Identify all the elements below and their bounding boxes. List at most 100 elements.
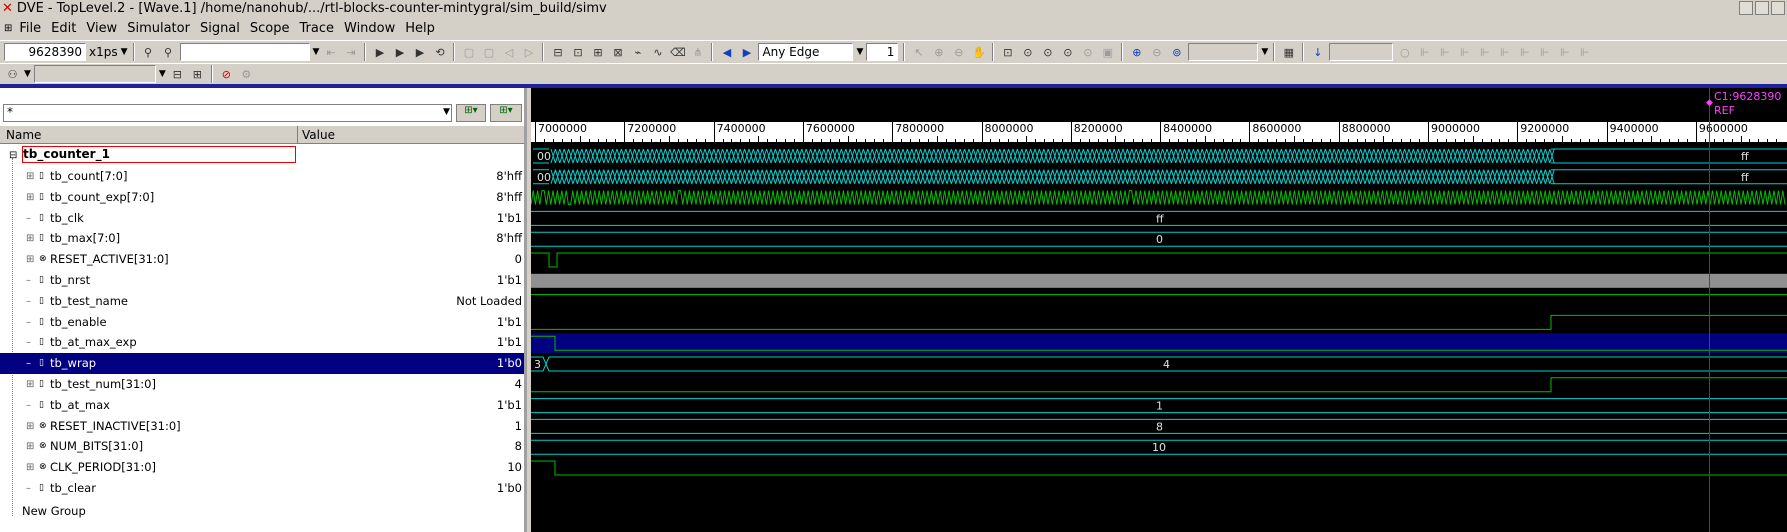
expand-icon[interactable]: ⊞ xyxy=(26,436,34,457)
edge-count-input[interactable]: 1 xyxy=(866,43,899,61)
prev-edge-icon[interactable]: ◀ xyxy=(718,44,735,61)
scope-select[interactable] xyxy=(33,65,156,83)
waveform-pane[interactable]: 7000000 7200000 7400000 7600000 7800000 80000… xyxy=(531,88,1787,532)
chevron-down-icon[interactable]: ▼ xyxy=(856,47,863,57)
trace-icon[interactable]: ⊟ xyxy=(549,44,566,61)
zoom-in-icon[interactable]: ⊕ xyxy=(930,44,947,61)
tool8-icon[interactable]: ⊩ xyxy=(1556,44,1573,61)
cursor-line[interactable] xyxy=(1709,88,1710,532)
chevron-down-icon[interactable]: ▼ xyxy=(443,107,450,117)
hier-icon[interactable]: ⋔ xyxy=(689,44,706,61)
find-icon[interactable]: ⚲ xyxy=(160,44,177,61)
run-icon[interactable]: ▶ xyxy=(371,44,388,61)
signal-row[interactable]: ⊞ ▯ tb_count_exp[7:0] 8'hff xyxy=(0,187,524,208)
zoom-cursor-icon[interactable]: ⊙ xyxy=(1059,44,1076,61)
collapse-icon[interactable]: ⊟ xyxy=(9,150,17,161)
find-next-icon[interactable]: ⇥ xyxy=(342,44,359,61)
menu-scope[interactable]: Scope xyxy=(245,21,295,36)
signal-row[interactable]: – ▯ tb_test_name Not Loaded xyxy=(0,291,524,312)
pan-icon[interactable]: ✋ xyxy=(970,44,987,61)
reset-sim-icon[interactable]: ⟲ xyxy=(431,44,448,61)
zoom-full-icon[interactable]: ⊙ xyxy=(1019,44,1036,61)
user-icon[interactable]: ⚇ xyxy=(4,66,21,83)
signal-row[interactable]: ⊞ ▯ tb_count[7:0] 8'hff xyxy=(0,166,524,187)
undo-icon[interactable]: ◁ xyxy=(500,44,517,61)
erase-icon[interactable]: ⌫ xyxy=(669,44,686,61)
expand-icon[interactable]: ⊞ xyxy=(26,416,34,437)
signal-row[interactable]: ⊞ ⊗ CLK_PERIOD[31:0] 10 xyxy=(0,457,524,478)
counter-icon[interactable]: ▦ xyxy=(1280,44,1297,61)
zoom-fit-icon[interactable]: ⊡ xyxy=(999,44,1016,61)
tool1-icon[interactable]: ⊩ xyxy=(1416,44,1433,61)
tool4-icon[interactable]: ⊩ xyxy=(1476,44,1493,61)
copy-icon[interactable]: ▢ xyxy=(460,44,477,61)
settings-icon[interactable]: ⚙ xyxy=(238,66,255,83)
signal-row[interactable]: ⊞ ▯ tb_test_num[31:0] 4 xyxy=(0,374,524,395)
marker-input[interactable] xyxy=(1188,43,1259,61)
maximize-button[interactable] xyxy=(1755,1,1769,15)
signal-row[interactable]: – ▯ tb_at_max 1'b1 xyxy=(0,395,524,416)
new-group-item[interactable]: New Group xyxy=(22,504,86,518)
signal-row[interactable]: ⊞ ⊗ NUM_BITS[31:0] 8 xyxy=(0,436,524,457)
paste-icon[interactable]: ▢ xyxy=(480,44,497,61)
schematic-icon[interactable]: ⊠ xyxy=(609,44,626,61)
menu-file[interactable]: File xyxy=(14,21,46,36)
chevron-down-icon[interactable]: ▼ xyxy=(121,47,128,57)
tool2-icon[interactable]: ⊩ xyxy=(1436,44,1453,61)
filter-settings-button[interactable]: ⊞▾ xyxy=(490,104,522,122)
signal-filter-input[interactable]: * xyxy=(3,104,452,122)
step-icon[interactable]: ▶ xyxy=(391,44,408,61)
chevron-down-icon[interactable]: ▼ xyxy=(159,69,166,79)
tool5-icon[interactable]: ⊩ xyxy=(1496,44,1513,61)
expand-icon[interactable]: ⊞ xyxy=(26,374,34,395)
signal-row[interactable]: – ▯ tb_nrst 1'b1 xyxy=(0,270,524,291)
search-input[interactable] xyxy=(179,43,310,61)
name-column-header[interactable]: Name xyxy=(0,126,298,143)
value-column-header[interactable]: Value xyxy=(298,126,335,143)
signal-row[interactable]: ⊞ ▯ tb_max[7:0] 8'hff xyxy=(0,228,524,249)
zoom-area-icon[interactable]: ⊙ xyxy=(1039,44,1056,61)
menu-view[interactable]: View xyxy=(81,21,122,36)
marker-remove-icon[interactable]: ⊖ xyxy=(1148,44,1165,61)
stop-icon[interactable]: ⊘ xyxy=(218,66,235,83)
filter-options-button[interactable]: ⊞▾ xyxy=(456,104,486,122)
group-icon[interactable]: ⊞ xyxy=(189,66,206,83)
menu-edit[interactable]: Edit xyxy=(46,21,81,36)
menu-help[interactable]: Help xyxy=(400,21,440,36)
signal-row[interactable]: – ▯ tb_clear 1'b0 xyxy=(0,478,524,499)
driver-icon[interactable]: ⊡ xyxy=(569,44,586,61)
signal-row[interactable]: – ▯ tb_enable 1'b1 xyxy=(0,312,524,333)
find-prev-icon[interactable]: ⇤ xyxy=(322,44,339,61)
value-input[interactable] xyxy=(1329,43,1394,61)
pointer-icon[interactable]: ↖ xyxy=(910,44,927,61)
menu-trace[interactable]: Trace xyxy=(295,21,340,36)
force-icon[interactable]: ○ xyxy=(1396,44,1413,61)
wave-icon[interactable]: ∿ xyxy=(649,44,666,61)
signal-row[interactable]: – ▯ tb_clk 1'b1 xyxy=(0,208,524,229)
edge-select[interactable]: Any Edge xyxy=(758,43,854,61)
binoculars-icon[interactable]: ⚲ xyxy=(140,44,157,61)
expand-icon[interactable]: ⊞ xyxy=(26,249,34,270)
expand-icon[interactable]: ⊞ xyxy=(26,187,34,208)
signal-row[interactable]: ⊞ ⊗ RESET_ACTIVE[31:0] 0 xyxy=(0,249,524,270)
time-unit-select[interactable]: x1ps xyxy=(89,45,118,59)
marker-goto-icon[interactable]: ⊚ xyxy=(1168,44,1185,61)
redo-icon[interactable]: ▷ xyxy=(520,44,537,61)
signal-row[interactable]: ⊞ ⊗ RESET_INACTIVE[31:0] 1 xyxy=(0,416,524,437)
path-icon[interactable]: ⌁ xyxy=(629,44,646,61)
tool7-icon[interactable]: ⊩ xyxy=(1536,44,1553,61)
tool3-icon[interactable]: ⊩ xyxy=(1456,44,1473,61)
time-input[interactable]: 9628390 xyxy=(4,43,86,61)
chevron-down-icon[interactable]: ▼ xyxy=(24,69,31,79)
bookmark-icon[interactable]: ⊟ xyxy=(169,66,186,83)
next-icon[interactable]: ▶ xyxy=(411,44,428,61)
expand-icon[interactable]: ⊞ xyxy=(26,457,34,478)
tool6-icon[interactable]: ⊩ xyxy=(1516,44,1533,61)
zoom-region-icon[interactable]: ▣ xyxy=(1099,44,1116,61)
signal-row[interactable]: – ▯ tb_at_max_exp 1'b1 xyxy=(0,332,524,353)
expand-icon[interactable]: ⊞ xyxy=(26,228,34,249)
marker-add-icon[interactable]: ⊕ xyxy=(1128,44,1145,61)
scope-row[interactable]: tb_counter_1 xyxy=(22,146,296,163)
chevron-down-icon[interactable]: ▼ xyxy=(313,47,320,57)
tool9-icon[interactable]: ⊩ xyxy=(1576,44,1593,61)
